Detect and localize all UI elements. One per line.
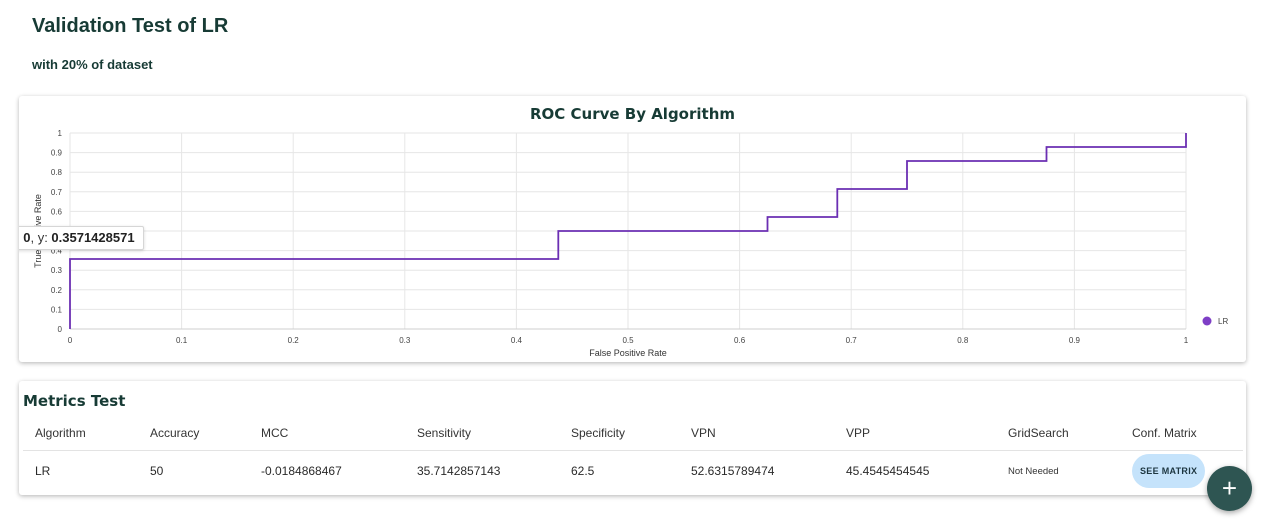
cell-vpn: 52.6315789474 [691, 464, 775, 478]
column-header-mcc[interactable]: MCC [261, 415, 288, 450]
y-tick-label: 0.1 [51, 305, 63, 314]
page-subtitle: with 20% of dataset [32, 57, 153, 72]
x-tick-label: 1 [1184, 336, 1189, 345]
y-tick-label: 0.9 [51, 149, 63, 158]
x-tick-label: 0.7 [846, 336, 858, 345]
cell-conf-matrix: SEE MATRIX [1132, 451, 1206, 491]
x-tick-label: 0.8 [957, 336, 969, 345]
legend-marker-lr[interactable] [1202, 316, 1212, 326]
x-tick-label: 0.2 [288, 336, 300, 345]
roc-chart-card: ROC Curve By Algorithm 0 0.1 0.2 0.3 0.4 0.5 0… [19, 96, 1246, 362]
legend-label-lr[interactable]: LR [1218, 317, 1228, 326]
page-title: Validation Test of LR [32, 15, 229, 37]
cell-vpp: 45.4545454545 [846, 464, 930, 478]
cell-algorithm: LR [35, 464, 51, 478]
x-tick-label: 0.9 [1069, 336, 1081, 345]
y-tick-label: 0.6 [51, 207, 63, 216]
column-header-vpp[interactable]: VPP [846, 415, 870, 450]
see-matrix-button[interactable]: SEE MATRIX [1132, 454, 1206, 488]
metrics-card: Metrics Test Algorithm Accuracy MCC Sens… [19, 381, 1246, 495]
column-header-vpn[interactable]: VPN [691, 415, 716, 450]
x-tick-label: 0 [68, 336, 73, 345]
cell-mcc: -0.0184868467 [261, 464, 342, 478]
tooltip-y-prefix: , y: [30, 230, 52, 245]
cell-accuracy: 50 [150, 464, 164, 478]
roc-chart[interactable]: 0 0.1 0.2 0.3 0.4 0.5 0.6 0.7 0.8 0.9 1 0 0.1 0.2 0.3 0… [19, 96, 1246, 362]
y-tick-label: 0.2 [51, 286, 63, 295]
column-header-algorithm[interactable]: Algorithm [35, 415, 86, 450]
cell-sensitivity: 35.7142857143 [417, 464, 501, 478]
y-tick-label: 1 [58, 129, 63, 138]
table-header: Algorithm Accuracy MCC Sensitivity Speci… [23, 415, 1243, 451]
y-tick-label: 0.8 [51, 168, 63, 177]
add-fab-button[interactable]: + [1207, 466, 1252, 511]
column-header-specificity[interactable]: Specificity [571, 415, 625, 450]
x-tick-label: 0.5 [622, 336, 634, 345]
cell-specificity: 62.5 [571, 464, 595, 478]
x-tick-label: 0.4 [511, 336, 523, 345]
y-tick-label: 0.7 [51, 188, 63, 197]
y-tick-label: 0.3 [51, 266, 63, 275]
x-tick-label: 0.3 [399, 336, 411, 345]
x-tick-label: 0.1 [176, 336, 188, 345]
column-header-conf-matrix[interactable]: Conf. Matrix [1132, 415, 1197, 450]
x-axis-label: False Positive Rate [589, 348, 667, 358]
plus-icon: + [1221, 472, 1238, 503]
column-header-gridsearch[interactable]: GridSearch [1008, 415, 1069, 450]
chart-tooltip: : 0, y: 0.3571428571 [19, 226, 144, 250]
x-tick-label: 0.6 [734, 336, 746, 345]
column-header-accuracy[interactable]: Accuracy [150, 415, 199, 450]
metrics-title: Metrics Test [23, 392, 126, 410]
column-header-sensitivity[interactable]: Sensitivity [417, 415, 471, 450]
tooltip-y-value: 0.3571428571 [51, 230, 135, 245]
table-row: LR 50 -0.0184868467 35.7142857143 62.5 5… [23, 451, 1243, 491]
y-tick-label: 0 [58, 325, 63, 334]
cell-gridsearch: Not Needed [1008, 465, 1059, 477]
